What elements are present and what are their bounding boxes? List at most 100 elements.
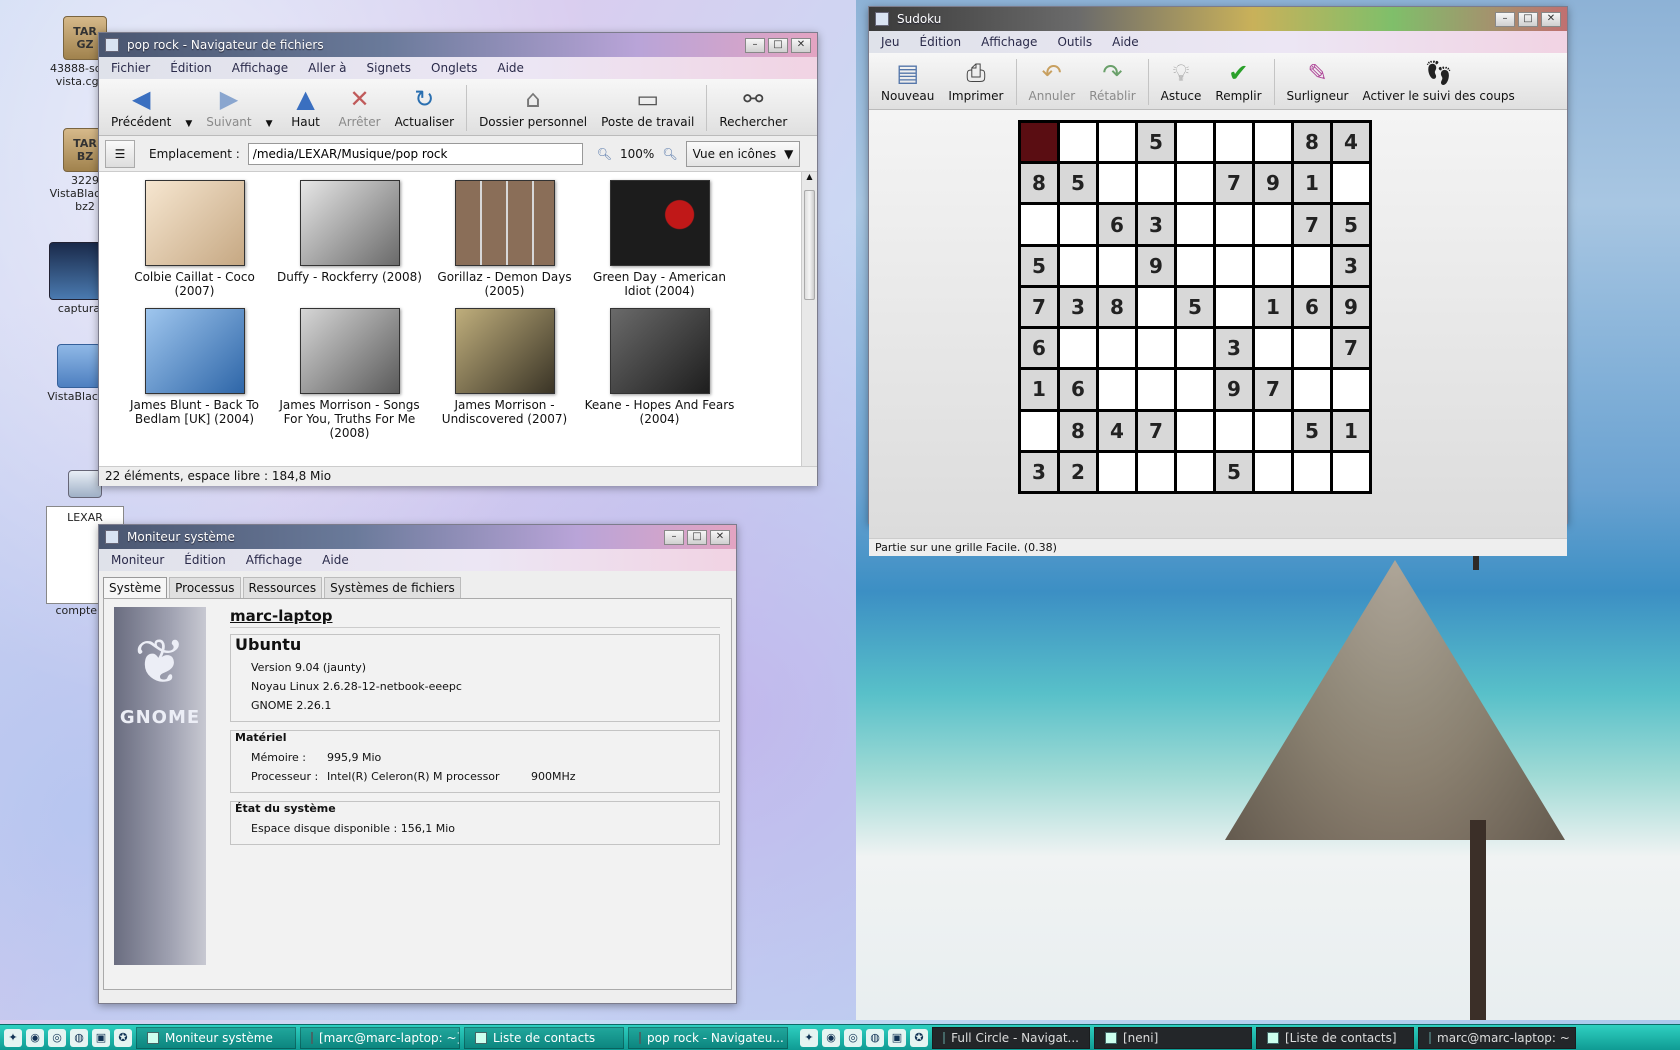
launcher-icon[interactable]: ◉	[26, 1028, 44, 1047]
sudoku-cell[interactable]: 3	[1060, 287, 1096, 327]
album-folder[interactable]: James Morrison - Undiscovered (2007)	[427, 308, 582, 440]
sudoku-cell[interactable]: 1	[1294, 164, 1330, 203]
sudoku-cell[interactable]	[1060, 205, 1096, 244]
sudoku-cell[interactable]	[1333, 452, 1369, 491]
sudoku-cell[interactable]: 5	[1294, 411, 1330, 450]
sudoku-cell[interactable]	[1216, 411, 1252, 450]
sudoku-cell[interactable]	[1099, 164, 1135, 203]
sudoku-cell[interactable]	[1138, 452, 1174, 491]
close-button[interactable]: ✕	[710, 529, 730, 545]
stop-button[interactable]: ✕ Arrêter	[333, 83, 387, 131]
sudoku-cell[interactable]	[1255, 452, 1291, 491]
up-button[interactable]: ▲ Haut	[281, 83, 331, 131]
menu-edition[interactable]: Édition	[920, 35, 962, 49]
sudoku-cell[interactable]	[1060, 329, 1096, 368]
sudoku-cell[interactable]	[1099, 246, 1135, 285]
sudoku-cell[interactable]: 9	[1333, 287, 1369, 327]
task-firefox[interactable]: Full Circle - Navigat...	[932, 1026, 1090, 1049]
tab-systemes-fichiers[interactable]: Systèmes de fichiers	[324, 577, 461, 598]
menu-outils[interactable]: Outils	[1057, 35, 1092, 49]
task-terminal[interactable]: [marc@marc-laptop: ~]	[300, 1026, 460, 1049]
task-system-monitor[interactable]: Moniteur système	[136, 1026, 296, 1049]
launcher-icon[interactable]: ✪	[910, 1028, 928, 1047]
maximize-button[interactable]: □	[1518, 11, 1538, 27]
sudoku-cell[interactable]	[1294, 246, 1330, 285]
sudoku-cell[interactable]: 3	[1021, 452, 1057, 491]
sudoku-cell[interactable]: 5	[1216, 452, 1252, 491]
back-button[interactable]: ◀ Précédent	[105, 83, 177, 131]
sudoku-cell[interactable]: 7	[1294, 205, 1330, 244]
sudoku-cell[interactable]	[1177, 205, 1213, 244]
sudoku-cell[interactable]	[1177, 411, 1213, 450]
maximize-button[interactable]: □	[687, 529, 707, 545]
back-history-dropdown[interactable]: ▼	[179, 117, 198, 131]
menu-moniteur[interactable]: Moniteur	[111, 553, 164, 567]
sudoku-cell[interactable]	[1099, 329, 1135, 368]
sudoku-cell[interactable]	[1138, 164, 1174, 203]
sudoku-cell[interactable]	[1138, 370, 1174, 409]
launcher-icon[interactable]: ▣	[92, 1028, 110, 1047]
sudoku-titlebar[interactable]: Sudoku – □ ✕	[869, 7, 1567, 31]
new-game-button[interactable]: ▤ Nouveau	[875, 57, 940, 105]
minimize-button[interactable]: –	[664, 529, 684, 545]
sudoku-cell[interactable]	[1255, 205, 1291, 244]
sudoku-cell[interactable]	[1177, 123, 1213, 162]
menu-onglets[interactable]: Onglets	[431, 61, 477, 75]
sudoku-cell[interactable]	[1255, 123, 1291, 162]
menu-aide[interactable]: Aide	[497, 61, 524, 75]
sudoku-cell[interactable]: 5	[1060, 164, 1096, 203]
sudoku-cell[interactable]	[1333, 164, 1369, 203]
scroll-up-icon[interactable]: ▲	[802, 172, 817, 181]
search-button[interactable]: ⚯ Rechercher	[713, 83, 793, 131]
sudoku-cell[interactable]	[1255, 246, 1291, 285]
launcher-icon[interactable]: ◍	[866, 1028, 884, 1047]
sudoku-grid[interactable]: 5848579163755937385169637169784751325	[1018, 120, 1372, 494]
sudoku-cell[interactable]: 9	[1216, 370, 1252, 409]
sudoku-cell[interactable]	[1294, 452, 1330, 491]
album-folder[interactable]: Gorillaz - Demon Days (2005)	[427, 180, 582, 298]
sudoku-cell[interactable]	[1060, 246, 1096, 285]
sudoku-cell[interactable]: 1	[1021, 370, 1057, 409]
launcher-icon[interactable]: ◍	[70, 1028, 88, 1047]
sudoku-cell[interactable]: 7	[1021, 287, 1057, 327]
sudoku-cell[interactable]: 6	[1060, 370, 1096, 409]
sudoku-cell[interactable]	[1216, 287, 1252, 327]
sudoku-cell[interactable]: 8	[1294, 123, 1330, 162]
launcher-icon[interactable]: ✦	[800, 1028, 818, 1047]
undo-button[interactable]: ↶ Annuler	[1023, 57, 1082, 105]
forward-button[interactable]: ▶ Suivant	[200, 83, 257, 131]
sudoku-cell[interactable]: 7	[1138, 411, 1174, 450]
menu-aide[interactable]: Aide	[322, 553, 349, 567]
task-contacts[interactable]: Liste de contacts	[464, 1026, 624, 1049]
file-manager-window[interactable]: pop rock - Navigateur de fichiers – □ ✕ …	[98, 32, 818, 486]
launcher-icon[interactable]: ✪	[114, 1028, 132, 1047]
toggle-location-button[interactable]: ☰	[105, 139, 135, 168]
sudoku-cell[interactable]: 6	[1021, 329, 1057, 368]
sudoku-cell[interactable]: 9	[1255, 164, 1291, 203]
sudoku-cell[interactable]: 3	[1216, 329, 1252, 368]
sudoku-cell[interactable]	[1021, 411, 1057, 450]
zoom-in-icon[interactable]: 🔍︎	[662, 147, 677, 161]
sudoku-cell[interactable]: 7	[1255, 370, 1291, 409]
sudoku-cell[interactable]: 5	[1021, 246, 1057, 285]
launcher-icon[interactable]: ◎	[844, 1028, 862, 1047]
album-folder[interactable]: Keane - Hopes And Fears (2004)	[582, 308, 737, 440]
sudoku-cell[interactable]	[1177, 164, 1213, 203]
album-folder[interactable]: Green Day - American Idiot (2004)	[582, 180, 737, 298]
maximize-button[interactable]: □	[768, 37, 788, 53]
menu-affichage[interactable]: Affichage	[981, 35, 1037, 49]
menu-launcher-icon[interactable]: ✦	[4, 1028, 22, 1047]
sudoku-cell[interactable]: 6	[1294, 287, 1330, 327]
hint-button[interactable]: 💡︎ Astuce	[1155, 57, 1208, 105]
menu-fichier[interactable]: Fichier	[111, 61, 150, 75]
sudoku-cell[interactable]	[1060, 123, 1096, 162]
tab-processus[interactable]: Processus	[169, 577, 241, 598]
scrollbar-thumb[interactable]	[804, 190, 815, 300]
sudoku-cell[interactable]: 9	[1138, 246, 1174, 285]
redo-button[interactable]: ↷ Rétablir	[1083, 57, 1141, 105]
zoom-level[interactable]: 100%	[620, 147, 654, 161]
sudoku-cell[interactable]: 8	[1021, 164, 1057, 203]
print-button[interactable]: ⎙ Imprimer	[942, 57, 1009, 105]
file-manager-titlebar[interactable]: pop rock - Navigateur de fichiers – □ ✕	[99, 33, 817, 57]
menu-jeu[interactable]: Jeu	[881, 35, 900, 49]
